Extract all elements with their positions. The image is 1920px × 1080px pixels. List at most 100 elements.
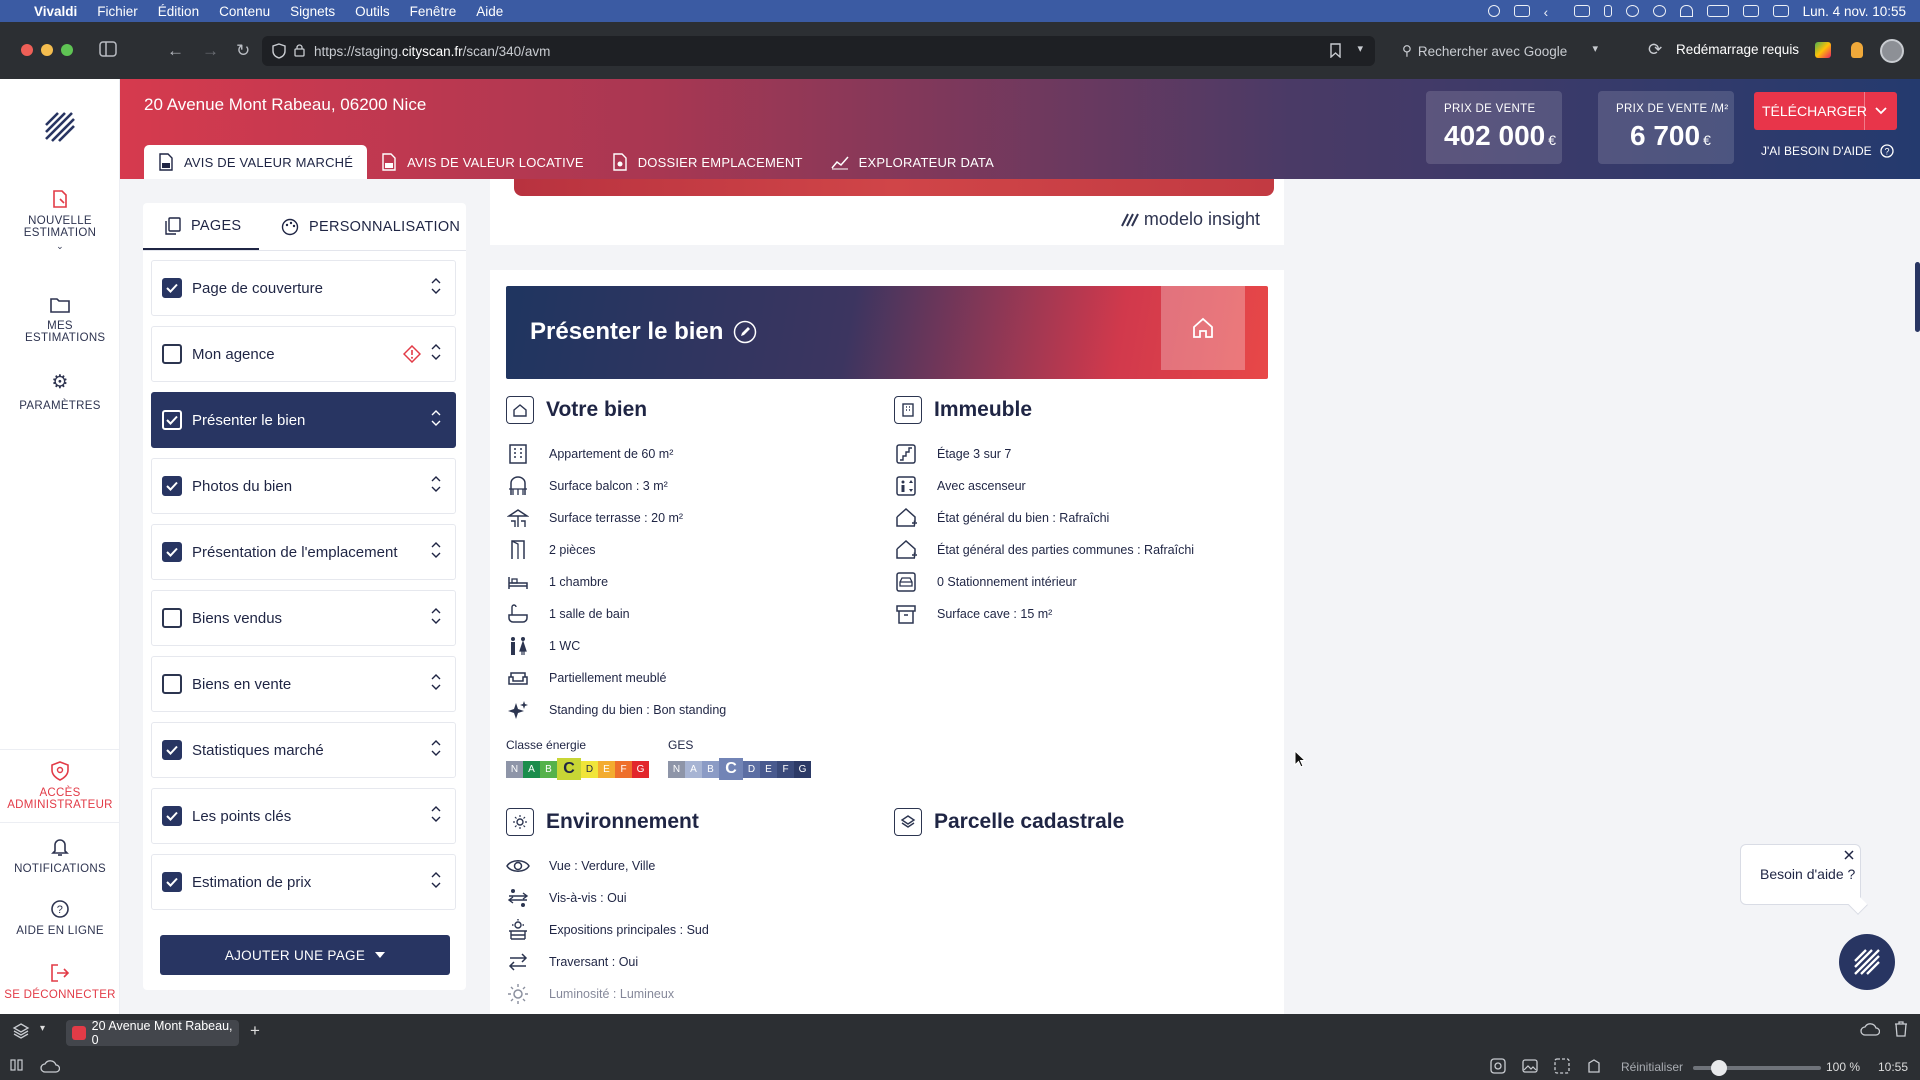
bookmark-icon[interactable]: [1330, 43, 1341, 58]
window-close-button[interactable]: [21, 44, 33, 56]
tab-personnalisation[interactable]: PERSONNALISATION: [259, 203, 460, 250]
capture-icon[interactable]: [1490, 1058, 1506, 1074]
tray-skype-icon[interactable]: [1625, 5, 1639, 17]
restart-icon[interactable]: ⟳: [1648, 40, 1662, 60]
extension-icon[interactable]: [1815, 42, 1831, 58]
page-tiling-icon[interactable]: [1554, 1058, 1570, 1074]
menu-signets[interactable]: Signets: [290, 4, 335, 19]
tab-stack-dropdown-icon[interactable]: ▾: [40, 1023, 45, 1034]
sidebar-item-mes-estimations[interactable]: MES ESTIMATIONS: [0, 296, 120, 344]
panel-icon[interactable]: [10, 1059, 24, 1071]
tab-avis-valeur-marche[interactable]: AVIS DE VALEUR MARCHÉ: [144, 145, 368, 179]
close-icon[interactable]: [1843, 849, 1855, 861]
search-field[interactable]: ⚲ Rechercher avec Google ▾: [1402, 36, 1598, 66]
page-checkbox[interactable]: [162, 872, 182, 892]
bookmark-dropdown-icon[interactable]: ▾: [1357, 42, 1363, 55]
page-row-mon-agence[interactable]: Mon agence: [151, 326, 456, 382]
reorder-icon[interactable]: [431, 342, 441, 362]
menu-fenetre[interactable]: Fenêtre: [410, 4, 457, 19]
tab-dossier-emplacement[interactable]: DOSSIER EMPLACEMENT: [598, 145, 817, 179]
tray-play-icon[interactable]: [1652, 5, 1666, 17]
cloud-icon[interactable]: [1860, 1022, 1880, 1036]
page-row-photos[interactable]: Photos du bien: [151, 458, 456, 514]
page-checkbox[interactable]: [162, 542, 182, 562]
reset-zoom-label[interactable]: Réinitialiser: [1621, 1060, 1683, 1074]
reorder-icon[interactable]: [431, 408, 441, 428]
sidebar-item-nouvelle-estimation[interactable]: NOUVELLE ESTIMATION ⌄: [0, 189, 120, 252]
menu-outils[interactable]: Outils: [355, 4, 390, 19]
page-checkbox[interactable]: [162, 608, 182, 628]
page-checkbox[interactable]: [162, 806, 182, 826]
page-checkbox[interactable]: [162, 344, 182, 364]
address-bar[interactable]: https://staging.cityscan.fr/scan/340/avm…: [262, 36, 1375, 66]
page-checkbox[interactable]: [162, 410, 182, 430]
chevron-down-icon[interactable]: ⌄: [0, 241, 120, 252]
shield-icon[interactable]: [272, 43, 286, 59]
tray-control-icon[interactable]: [1772, 5, 1789, 17]
tray-headphones-icon[interactable]: [1679, 5, 1693, 17]
new-tab-icon[interactable]: +: [250, 1021, 260, 1041]
panel-toggle-icon[interactable]: [99, 41, 117, 57]
sidebar-item-se-deconnecter[interactable]: SE DÉCONNECTER: [0, 963, 120, 1001]
page-checkbox[interactable]: [162, 278, 182, 298]
page-row-points-cles[interactable]: Les points clés: [151, 788, 456, 844]
tab-explorateur-data[interactable]: EXPLORATEUR DATA: [817, 145, 1008, 179]
chat-launcher-button[interactable]: [1839, 934, 1895, 990]
reorder-icon[interactable]: [431, 672, 441, 692]
search-engine-dropdown-icon[interactable]: ▾: [1592, 42, 1598, 55]
menu-aide[interactable]: Aide: [476, 4, 503, 19]
tray-app-icon[interactable]: [1573, 5, 1590, 17]
tray-screen-icon[interactable]: [1513, 5, 1530, 17]
download-button[interactable]: TÉLÉCHARGER: [1754, 92, 1897, 130]
scrollbar-thumb[interactable]: [1915, 262, 1920, 332]
page-row-biens-vendus[interactable]: Biens vendus: [151, 590, 456, 646]
tray-record-icon[interactable]: [1487, 5, 1500, 17]
page-row-statistiques[interactable]: Statistiques marché: [151, 722, 456, 778]
page-row-estimation-prix[interactable]: Estimation de prix: [151, 854, 456, 910]
tray-battery-icon[interactable]: [1706, 5, 1729, 17]
trash-icon[interactable]: [1894, 1021, 1908, 1037]
tab-pages[interactable]: PAGES: [143, 203, 259, 250]
zoom-slider-handle[interactable]: [1711, 1060, 1727, 1076]
tab-stack-icon[interactable]: [12, 1022, 30, 1040]
reorder-icon[interactable]: [431, 276, 441, 296]
forward-icon[interactable]: →: [202, 41, 219, 61]
tab-avis-valeur-locative[interactable]: AVIS DE VALEUR LOCATIVE: [367, 145, 598, 179]
page-checkbox[interactable]: [162, 740, 182, 760]
tray-wallet-icon[interactable]: [1742, 5, 1759, 17]
menu-fichier[interactable]: Fichier: [97, 4, 138, 19]
reorder-icon[interactable]: [431, 606, 441, 626]
page-checkbox[interactable]: [162, 476, 182, 496]
window-zoom-button[interactable]: [61, 44, 73, 56]
sidebar-item-acces-administrateur[interactable]: ACCÈS ADMINISTRATEUR: [0, 761, 120, 811]
menubar-clock[interactable]: Lun. 4 nov. 10:55: [1803, 4, 1906, 19]
menu-app[interactable]: Vivaldi: [34, 4, 77, 19]
menu-edition[interactable]: Édition: [158, 4, 199, 19]
page-row-couverture[interactable]: Page de couverture: [151, 260, 456, 316]
chevron-down-icon[interactable]: [1864, 92, 1897, 130]
help-link[interactable]: J'AI BESOIN D'AIDE ?: [1761, 144, 1894, 158]
page-row-emplacement[interactable]: Présentation de l'emplacement: [151, 524, 456, 580]
restart-required-label[interactable]: Redémarrage requis: [1676, 42, 1799, 57]
reorder-icon[interactable]: [431, 804, 441, 824]
reorder-icon[interactable]: [431, 474, 441, 494]
sidebar-item-notifications[interactable]: NOTIFICATIONS: [0, 837, 120, 875]
back-icon[interactable]: ←: [167, 41, 184, 61]
reorder-icon[interactable]: [431, 540, 441, 560]
sidebar-item-aide-en-ligne[interactable]: ? AIDE EN LIGNE: [0, 899, 120, 937]
menu-contenu[interactable]: Contenu: [219, 4, 270, 19]
reload-icon[interactable]: ↻: [236, 41, 250, 61]
window-minimize-button[interactable]: [41, 44, 53, 56]
profile-avatar-icon[interactable]: [1880, 39, 1904, 63]
edit-icon[interactable]: [733, 320, 757, 344]
images-icon[interactable]: [1522, 1058, 1538, 1074]
add-page-button[interactable]: AJOUTER UNE PAGE: [160, 935, 450, 975]
reorder-icon[interactable]: [431, 870, 441, 890]
app-logo[interactable]: [44, 111, 76, 143]
page-checkbox[interactable]: [162, 674, 182, 694]
zoom-slider[interactable]: [1693, 1060, 1821, 1076]
reorder-icon[interactable]: [431, 738, 441, 758]
sidebar-item-parametres[interactable]: ⚙ PARAMÈTRES: [0, 371, 120, 412]
page-row-biens-en-vente[interactable]: Biens en vente: [151, 656, 456, 712]
tray-chevron-icon[interactable]: ‹: [1544, 5, 1560, 20]
